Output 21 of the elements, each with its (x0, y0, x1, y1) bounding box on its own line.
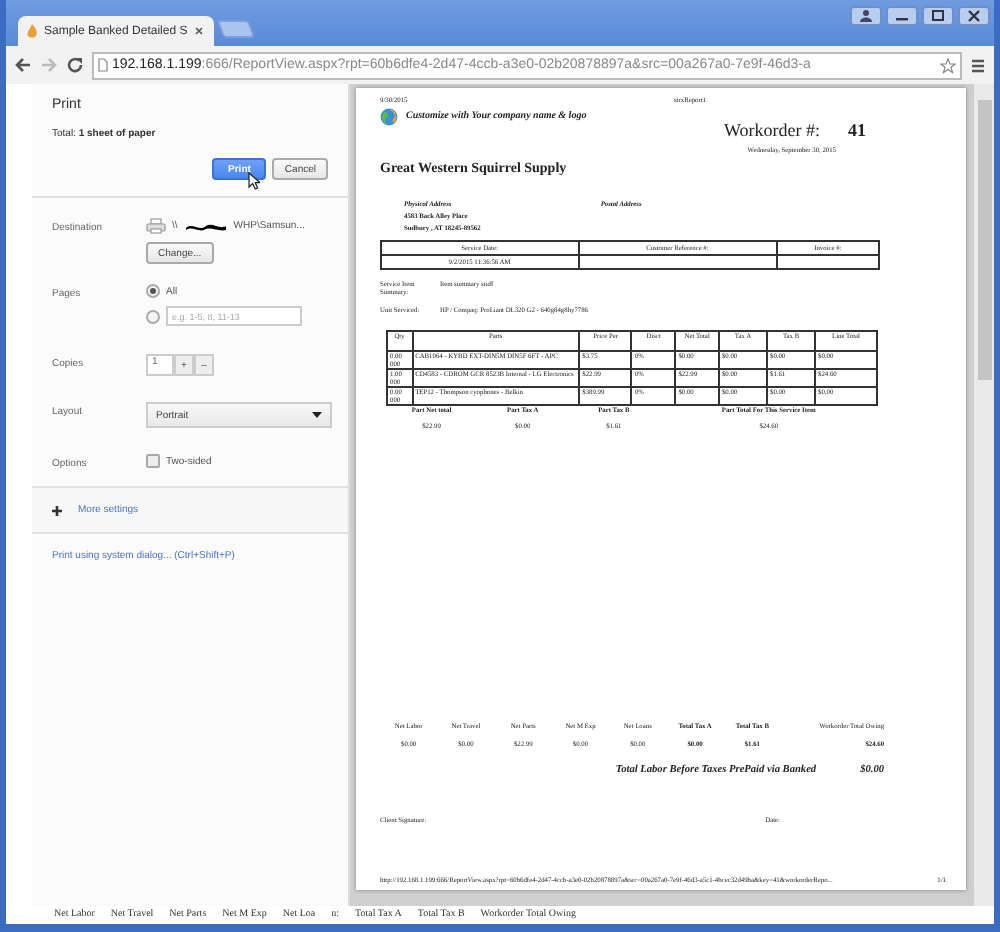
plus-icon[interactable] (52, 505, 62, 515)
workorder-label: Workorder #: (723, 120, 820, 140)
menu-icon[interactable] (970, 57, 986, 73)
reload-icon[interactable] (66, 56, 84, 74)
flame-icon (26, 24, 38, 38)
workorder-number: 41 (848, 120, 866, 140)
printer-icon (146, 218, 166, 234)
globe-icon (380, 108, 398, 126)
caret-icon (312, 412, 322, 418)
radio-button[interactable] (146, 284, 160, 298)
back-icon[interactable] (14, 56, 32, 74)
star-icon[interactable] (940, 57, 956, 73)
radio-button[interactable] (146, 309, 160, 323)
mouse-pointer-icon (248, 172, 260, 190)
user-icon[interactable] (856, 8, 876, 24)
checkbox[interactable] (146, 454, 160, 468)
redaction-mark (183, 221, 228, 231)
page-icon (98, 58, 108, 72)
close-icon[interactable] (193, 26, 204, 36)
maximize-icon[interactable] (928, 8, 948, 24)
close-icon[interactable] (964, 8, 984, 24)
